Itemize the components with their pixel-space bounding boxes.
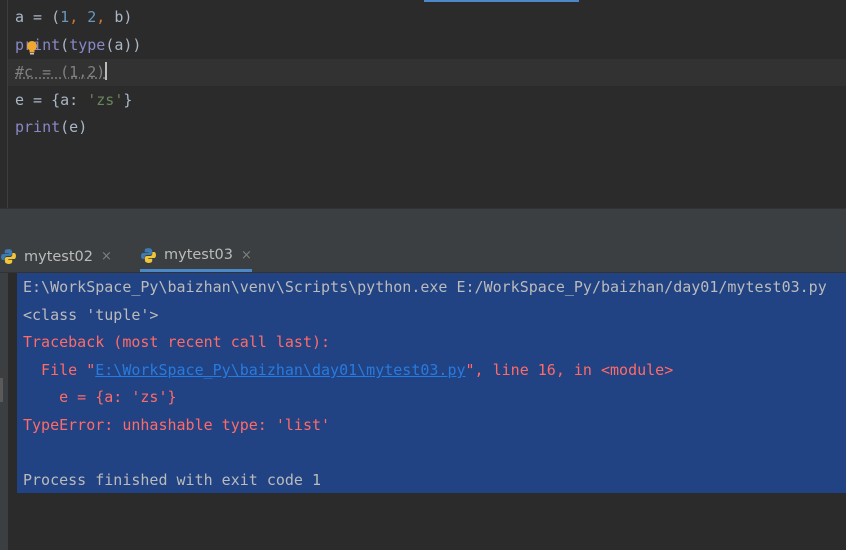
tab-label: mytest02 <box>24 248 94 265</box>
code-line-1[interactable]: a = (1, 2, b) <box>15 4 132 31</box>
close-icon[interactable]: × <box>101 249 112 264</box>
console-scroll-marker[interactable] <box>0 378 3 402</box>
console-result-line: <class 'tuple'> <box>23 306 159 324</box>
current-line-highlight <box>8 59 846 86</box>
python-icon <box>1 249 16 264</box>
code-line-5[interactable]: print(e) <box>15 114 87 141</box>
console-error-line: TypeError: unhashable type: 'list' <box>23 416 331 434</box>
console-exit-line: Process finished with exit code 1 <box>23 471 322 489</box>
close-icon[interactable]: × <box>241 248 252 263</box>
python-icon <box>141 247 156 263</box>
console-traceback-line: Traceback (most recent call last): <box>23 333 331 351</box>
text-caret <box>105 62 108 80</box>
console-command-line: E:\WorkSpace_Py\baizhan\venv\Scripts\pyt… <box>23 278 827 296</box>
lightbulb-icon[interactable] <box>26 40 38 56</box>
console-toolbar <box>0 273 8 550</box>
tab-label: mytest03 <box>164 247 234 263</box>
code-line-4[interactable]: e = {a: 'zs'} <box>15 87 132 114</box>
tab-mytest03[interactable]: mytest03 × <box>140 241 252 272</box>
editor-tab-indicator <box>424 0 579 2</box>
panel-splitter[interactable] <box>0 208 846 242</box>
code-editor[interactable]: a = (1, 2, b) print(type(a)) #c = (1,2) … <box>0 0 846 208</box>
run-tabs-bar: mytest02 × mytest03 × <box>0 241 846 273</box>
editor-gutter <box>7 0 8 208</box>
code-line-3[interactable]: #c = (1,2) <box>15 59 108 86</box>
console-file-line: File "E:\WorkSpace_Py\baizhan\day01\myte… <box>23 361 674 379</box>
console-code-line: e = {a: 'zs'} <box>23 388 177 406</box>
tab-mytest02[interactable]: mytest02 × <box>0 241 112 272</box>
file-link[interactable]: E:\WorkSpace_Py\baizhan\day01\mytest03.p… <box>95 361 465 379</box>
